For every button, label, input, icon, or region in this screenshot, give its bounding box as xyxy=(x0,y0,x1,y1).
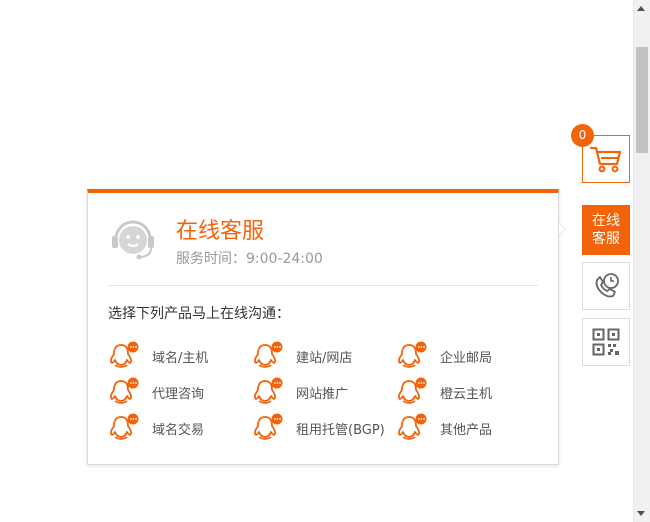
service-hours: 服务时间：9:00-24:00 xyxy=(176,251,323,267)
qq-chat-icon xyxy=(252,413,286,447)
popup-arrow xyxy=(559,223,565,235)
qq-chat-icon xyxy=(396,413,430,447)
qq-chat-icon xyxy=(108,377,142,411)
qq-chat-icon xyxy=(396,377,430,411)
product-chat-label: 域名交易 xyxy=(152,423,205,438)
product-chat-label: 橙云主机 xyxy=(440,387,493,402)
cart-count-badge: 0 xyxy=(571,124,594,147)
qq-chat-icon xyxy=(252,377,286,411)
product-chat-link[interactable]: 代理咨询 xyxy=(108,377,252,407)
product-chat-link[interactable]: 租用托管(BGP) xyxy=(252,413,396,443)
cart-icon xyxy=(589,146,622,173)
qr-code-icon xyxy=(592,328,620,356)
scrollbar-thumb[interactable] xyxy=(636,47,648,153)
product-chat-label: 其他产品 xyxy=(440,423,493,438)
scroll-up-arrow[interactable] xyxy=(637,6,645,11)
product-chat-label: 代理咨询 xyxy=(152,387,205,402)
product-chat-link[interactable]: 域名/主机 xyxy=(108,341,252,371)
product-chat-link[interactable]: 企业邮局 xyxy=(396,341,540,371)
phone-button[interactable] xyxy=(582,262,630,310)
popup-title: 在线客服 xyxy=(176,219,265,244)
product-chat-link[interactable]: 域名交易 xyxy=(108,413,252,443)
product-chat-link[interactable]: 网站推广 xyxy=(252,377,396,407)
qq-chat-icon xyxy=(108,341,142,375)
qq-chat-icon xyxy=(396,341,430,375)
online-service-button[interactable]: 在线客服 xyxy=(582,205,630,255)
online-service-popup: 在线客服 服务时间：9:00-24:00 选择下列产品马上在线沟通： 域名/主机… xyxy=(87,189,559,465)
qq-chat-icon xyxy=(108,413,142,447)
qr-code-button[interactable] xyxy=(582,318,630,366)
popup-prompt: 选择下列产品马上在线沟通： xyxy=(108,306,290,322)
phone-clock-icon xyxy=(595,273,619,298)
divider xyxy=(108,285,538,286)
product-chat-label: 租用托管(BGP) xyxy=(296,423,385,438)
product-chat-label: 建站/网店 xyxy=(296,351,353,366)
qq-chat-icon xyxy=(252,341,286,375)
online-service-label: 在线客服 xyxy=(592,213,620,247)
scroll-down-arrow[interactable] xyxy=(637,511,645,516)
vertical-scrollbar[interactable] xyxy=(633,0,650,522)
product-chat-link[interactable]: 其他产品 xyxy=(396,413,540,443)
product-chat-label: 企业邮局 xyxy=(440,351,493,366)
product-chat-link[interactable]: 橙云主机 xyxy=(396,377,540,407)
product-chat-label: 域名/主机 xyxy=(152,351,209,366)
product-chat-link[interactable]: 建站/网店 xyxy=(252,341,396,371)
product-chat-label: 网站推广 xyxy=(296,387,349,402)
headset-icon xyxy=(108,217,158,265)
